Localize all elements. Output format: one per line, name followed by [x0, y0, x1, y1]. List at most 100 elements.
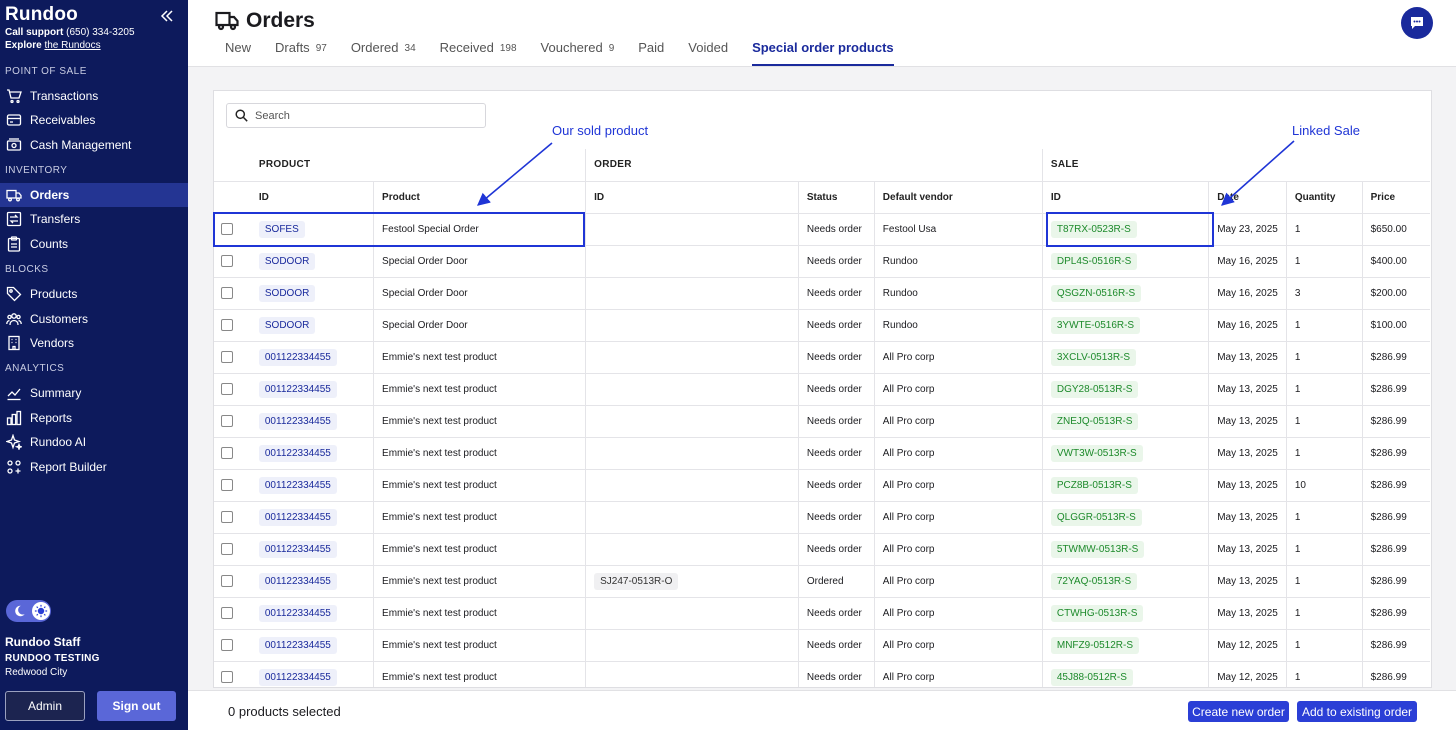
sale-id-link[interactable]: MNFZ9-0512R-S [1050, 636, 1139, 654]
row-checkbox[interactable] [221, 415, 233, 427]
row-checkbox[interactable] [221, 479, 233, 491]
sale-id-link[interactable]: 3XCLV-0513R-S [1050, 348, 1137, 366]
sidebar-item-products[interactable]: Products [0, 282, 188, 306]
add-to-existing-order-button[interactable]: Add to existing order [1297, 701, 1417, 722]
row-checkbox[interactable] [221, 575, 233, 587]
col-sale-id[interactable]: ID [1042, 181, 1210, 214]
row-checkbox[interactable] [221, 511, 233, 523]
sidebar-item-cash-management[interactable]: Cash Management [0, 133, 188, 157]
product-id-link[interactable]: SOFES [258, 220, 305, 238]
row-checkbox[interactable] [221, 671, 233, 683]
table-row[interactable]: 001122334455 Emmie's next test product N… [214, 533, 1430, 566]
tab-voided[interactable]: Voided [688, 40, 728, 66]
sidebar-item-transactions[interactable]: Transactions [0, 84, 188, 108]
tab-received[interactable]: Received 198 [440, 40, 517, 66]
table-row[interactable]: 001122334455 Emmie's next test product N… [214, 501, 1430, 534]
collapse-sidebar-icon[interactable] [159, 8, 175, 24]
sidebar-item-summary[interactable]: Summary [0, 381, 188, 405]
search-box[interactable] [226, 103, 486, 128]
table-row[interactable]: SODOOR Special Order Door Needs order Ru… [214, 245, 1430, 278]
product-id-link[interactable]: 001122334455 [258, 380, 337, 398]
order-id-link[interactable]: SJ247-0513R-O [594, 572, 679, 590]
row-checkbox[interactable] [221, 255, 233, 267]
table-row[interactable]: 001122334455 Emmie's next test product N… [214, 629, 1430, 662]
sale-id-link[interactable]: 3YWTE-0516R-S [1050, 316, 1141, 334]
table-row[interactable]: 001122334455 Emmie's next test product N… [214, 597, 1430, 630]
tab-ordered[interactable]: Ordered 34 [351, 40, 416, 66]
col-default-vendor[interactable]: Default vendor [874, 181, 1043, 214]
sale-id-link[interactable]: VWT3W-0513R-S [1050, 444, 1143, 462]
table-row[interactable]: 001122334455 Emmie's next test product N… [214, 373, 1430, 406]
tab-special-order-products[interactable]: Special order products [752, 40, 894, 66]
col-product[interactable]: Product [373, 181, 587, 214]
sale-id-link[interactable]: 72YAQ-0513R-S [1050, 572, 1138, 590]
sale-id-link[interactable]: 45J88-0512R-S [1050, 668, 1133, 686]
table-row[interactable]: 001122334455 Emmie's next test product N… [214, 469, 1430, 502]
row-checkbox[interactable] [221, 223, 233, 235]
sale-id-link[interactable]: PCZ8B-0513R-S [1050, 476, 1138, 494]
row-checkbox[interactable] [221, 607, 233, 619]
sidebar-item-reports[interactable]: Reports [0, 406, 188, 430]
product-id-link[interactable]: 001122334455 [258, 348, 337, 366]
col-order-id[interactable]: ID [585, 181, 799, 214]
table-row[interactable]: 001122334455 Emmie's next test product N… [214, 661, 1430, 687]
col-price[interactable]: Price [1362, 181, 1430, 214]
table-row[interactable]: SOFES Festool Special Order Needs order … [214, 213, 1430, 246]
chat-button[interactable] [1401, 7, 1433, 39]
search-input[interactable] [255, 109, 455, 122]
admin-button[interactable]: Admin [5, 691, 85, 721]
product-id-link[interactable]: SODOOR [258, 316, 316, 334]
row-checkbox[interactable] [221, 383, 233, 395]
row-checkbox[interactable] [221, 447, 233, 459]
product-id-link[interactable]: 001122334455 [258, 508, 337, 526]
sidebar-item-rundoo-ai[interactable]: Rundoo AI [0, 430, 188, 454]
tab-vouchered[interactable]: Vouchered 9 [541, 40, 615, 66]
sidebar-item-report-builder[interactable]: Report Builder [0, 455, 188, 479]
table-row[interactable]: SODOOR Special Order Door Needs order Ru… [214, 309, 1430, 342]
sale-id-link[interactable]: CTWHG-0513R-S [1050, 604, 1144, 622]
sale-id-link[interactable]: T87RX-0523R-S [1050, 220, 1137, 238]
sidebar-item-counts[interactable]: Counts [0, 232, 188, 256]
product-id-link[interactable]: 001122334455 [258, 668, 337, 686]
product-id-link[interactable]: 001122334455 [258, 476, 337, 494]
col-product-id[interactable]: ID [250, 181, 375, 214]
tab-paid[interactable]: Paid [638, 40, 664, 66]
sidebar-item-orders[interactable]: Orders [0, 183, 188, 207]
col-status[interactable]: Status [798, 181, 875, 214]
product-id-link[interactable]: 001122334455 [258, 412, 337, 430]
brand-logo[interactable]: Rundoo [5, 4, 78, 26]
product-id-link[interactable]: 001122334455 [258, 540, 337, 558]
table-row[interactable]: 001122334455 Emmie's next test product S… [214, 565, 1430, 598]
product-id-link[interactable]: 001122334455 [258, 604, 337, 622]
sale-id-link[interactable]: QSGZN-0516R-S [1050, 284, 1142, 302]
row-checkbox[interactable] [221, 639, 233, 651]
sidebar-item-vendors[interactable]: Vendors [0, 331, 188, 355]
product-id-link[interactable]: 001122334455 [258, 572, 337, 590]
product-id-link[interactable]: SODOOR [258, 284, 316, 302]
sale-id-link[interactable]: QLGGR-0513R-S [1050, 508, 1142, 526]
table-row[interactable]: 001122334455 Emmie's next test product N… [214, 405, 1430, 438]
tab-drafts[interactable]: Drafts 97 [275, 40, 327, 66]
create-new-order-button[interactable]: Create new order [1188, 701, 1289, 722]
sidebar-item-receivables[interactable]: Receivables [0, 108, 188, 132]
product-id-link[interactable]: SODOOR [258, 252, 316, 270]
sale-id-link[interactable]: 5TWMW-0513R-S [1050, 540, 1145, 558]
sale-id-link[interactable]: DPL4S-0516R-S [1050, 252, 1138, 270]
row-checkbox[interactable] [221, 351, 233, 363]
row-checkbox[interactable] [221, 543, 233, 555]
product-id-link[interactable]: 001122334455 [258, 444, 337, 462]
row-checkbox[interactable] [221, 319, 233, 331]
col-date[interactable]: Date [1208, 181, 1287, 214]
table-row[interactable]: SODOOR Special Order Door Needs order Ru… [214, 277, 1430, 310]
product-id-link[interactable]: 001122334455 [258, 636, 337, 654]
sale-id-link[interactable]: DGY28-0513R-S [1050, 380, 1139, 398]
support-phone[interactable]: (650) 334-3205 [66, 27, 134, 38]
sale-id-link[interactable]: ZNEJQ-0513R-S [1050, 412, 1139, 430]
sidebar-item-customers[interactable]: Customers [0, 307, 188, 331]
rundocs-link[interactable]: the Rundocs [44, 40, 100, 51]
row-checkbox[interactable] [221, 287, 233, 299]
sign-out-button[interactable]: Sign out [97, 691, 176, 721]
table-row[interactable]: 001122334455 Emmie's next test product N… [214, 341, 1430, 374]
sidebar-item-transfers[interactable]: Transfers [0, 207, 188, 231]
col-quantity[interactable]: Quantity [1286, 181, 1363, 214]
